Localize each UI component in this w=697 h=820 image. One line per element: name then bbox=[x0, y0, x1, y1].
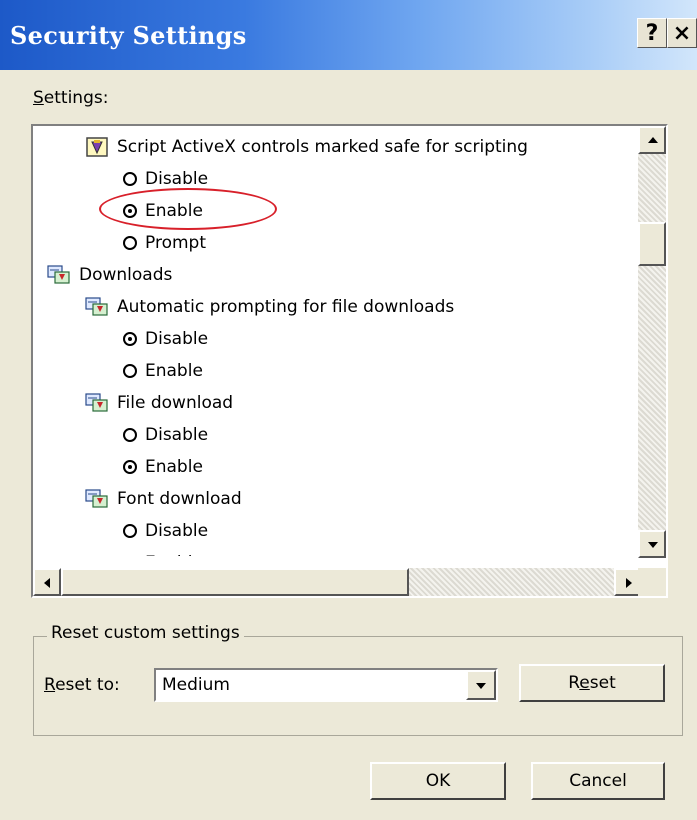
security-settings-dialog: Security Settings ? × Settings: Script A… bbox=[0, 0, 697, 820]
radio-button[interactable] bbox=[123, 460, 137, 474]
option-label: Prompt bbox=[145, 233, 206, 253]
reset-button[interactable]: Reset bbox=[519, 664, 665, 702]
enable-highlight-annotation bbox=[99, 188, 277, 230]
vertical-scrollbar[interactable] bbox=[638, 126, 666, 558]
horizontal-scrollbar[interactable] bbox=[33, 568, 642, 596]
scrollbar-corner bbox=[638, 568, 666, 596]
setting-label: Font download bbox=[117, 489, 242, 509]
setting-label: File download bbox=[117, 393, 234, 413]
reset-level-dropdown-button[interactable] bbox=[466, 670, 496, 700]
chevron-down-icon bbox=[648, 542, 658, 548]
setting-label: Automatic prompting for file downloads bbox=[117, 297, 455, 317]
close-button[interactable]: × bbox=[667, 18, 697, 48]
option-label: Disable bbox=[145, 329, 209, 349]
help-button[interactable]: ? bbox=[637, 18, 667, 48]
horizontal-scroll-thumb[interactable] bbox=[61, 568, 409, 596]
scroll-left-button[interactable] bbox=[33, 568, 61, 596]
chevron-left-icon bbox=[44, 578, 50, 588]
option-label: Enable bbox=[145, 361, 203, 381]
vertical-scroll-thumb[interactable] bbox=[638, 222, 666, 266]
download-setting-icon bbox=[85, 488, 109, 510]
setting-label: Script ActiveX controls marked safe for … bbox=[117, 137, 528, 157]
radio-button[interactable] bbox=[123, 172, 137, 186]
radio-button[interactable] bbox=[123, 524, 137, 538]
downloads-category-icon bbox=[47, 264, 71, 286]
download-setting-icon bbox=[85, 296, 109, 318]
reset-to-label: Reset to: bbox=[44, 675, 120, 695]
radio-button[interactable] bbox=[123, 332, 137, 346]
scroll-up-button[interactable] bbox=[638, 126, 666, 154]
settings-label: Settings: bbox=[33, 88, 109, 108]
download-setting-icon bbox=[85, 392, 109, 414]
option-label: Disable bbox=[145, 521, 209, 541]
option-label: Disable bbox=[145, 425, 209, 445]
reset-group-legend: Reset custom settings bbox=[47, 623, 244, 643]
title-bar[interactable]: Security Settings ? × bbox=[0, 0, 697, 70]
ok-button[interactable]: OK bbox=[370, 762, 506, 800]
window-title: Security Settings bbox=[10, 21, 247, 50]
chevron-up-icon bbox=[648, 137, 658, 143]
setting-label: Downloads bbox=[79, 265, 173, 285]
settings-tree-content: Script ActiveX controls marked safe for … bbox=[33, 126, 643, 556]
reset-level-select[interactable]: Medium bbox=[154, 668, 498, 702]
cancel-button[interactable]: Cancel bbox=[531, 762, 665, 800]
radio-button[interactable] bbox=[123, 428, 137, 442]
chevron-down-icon bbox=[476, 683, 486, 689]
scroll-down-button[interactable] bbox=[638, 530, 666, 558]
option-label: Enable bbox=[145, 457, 203, 477]
activex-setting-icon bbox=[85, 136, 109, 158]
option-label: Enable bbox=[145, 548, 203, 556]
radio-button[interactable] bbox=[123, 236, 137, 250]
chevron-right-icon bbox=[626, 578, 632, 588]
radio-button[interactable] bbox=[123, 364, 137, 378]
reset-level-value: Medium bbox=[162, 675, 230, 695]
